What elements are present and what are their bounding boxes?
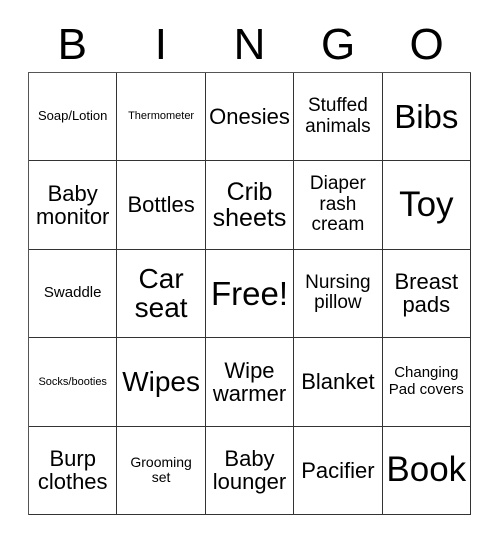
bingo-cell-free-space[interactable]: Free!	[205, 249, 295, 339]
bingo-cell-b5[interactable]: Burp clothes	[29, 426, 118, 515]
bingo-cell-label: Burp clothes	[37, 445, 108, 495]
bingo-cell-n4[interactable]: Wipe warmer	[205, 338, 295, 427]
bingo-cell-label: Car seat	[134, 263, 188, 324]
bingo-cell-label: Book	[386, 450, 467, 490]
bingo-cell-label: Onesies	[209, 104, 290, 130]
bingo-cell-g4[interactable]: Blanket	[294, 338, 383, 427]
bingo-cell-i2[interactable]: Bottles	[117, 161, 206, 250]
bingo-cell-b2[interactable]: Baby monitor	[29, 161, 118, 250]
bingo-cell-g5[interactable]: Pacifier	[294, 426, 383, 515]
bingo-cell-label: Bottles	[127, 192, 195, 218]
bingo-cell-label: Wipes	[122, 366, 200, 398]
bingo-card: B I N G O Soap/Lotion Thermometer Onesie…	[0, 0, 500, 544]
bingo-cell-n1[interactable]: Onesies	[205, 73, 295, 162]
bingo-cell-label: Stuffed animals	[305, 95, 371, 137]
header-letter-n: N	[233, 20, 266, 69]
bingo-cell-o1[interactable]: Bibs	[382, 73, 471, 162]
bingo-cell-label: Swaddle	[43, 284, 102, 302]
bingo-cell-label: Baby lounger	[212, 445, 287, 495]
bingo-cell-i3[interactable]: Car seat	[117, 249, 206, 339]
bingo-cell-o4[interactable]: Changing Pad covers	[382, 338, 471, 427]
bingo-cell-g2[interactable]: Diaper rash cream	[294, 161, 383, 250]
bingo-cell-b3[interactable]: Swaddle	[29, 249, 118, 339]
bingo-cell-label: Soap/Lotion	[37, 108, 108, 124]
bingo-cell-label: Wipe warmer	[212, 357, 287, 406]
bingo-cell-g1[interactable]: Stuffed animals	[294, 73, 383, 162]
bingo-cell-label: Free!	[210, 274, 288, 312]
bingo-cell-label: Grooming set	[130, 453, 192, 486]
bingo-cell-label: Blanket	[301, 369, 375, 395]
header-letter-o: O	[409, 20, 444, 69]
bingo-cell-label: Crib sheets	[212, 177, 287, 233]
bingo-cell-label: Changing Pad covers	[388, 364, 464, 398]
bingo-cell-label: Toy	[399, 185, 454, 225]
bingo-cell-label: Bibs	[394, 97, 459, 135]
bingo-cell-label: Baby monitor	[36, 180, 110, 230]
bingo-cell-b4[interactable]: Socks/booties	[29, 338, 118, 427]
bingo-cell-o3[interactable]: Breast pads	[382, 249, 471, 339]
bingo-cell-label: Socks/booties	[38, 375, 107, 388]
bingo-cell-n5[interactable]: Baby lounger	[205, 426, 295, 515]
bingo-cell-i4[interactable]: Wipes	[117, 338, 206, 427]
bingo-cell-n2[interactable]: Crib sheets	[205, 161, 295, 250]
bingo-cell-label: Pacifier	[301, 457, 375, 483]
bingo-cell-o5[interactable]: Book	[382, 426, 471, 515]
bingo-cell-o2[interactable]: Toy	[382, 161, 471, 250]
bingo-cell-label: Thermometer	[128, 110, 195, 123]
bingo-cell-label: Nursing pillow	[305, 271, 371, 314]
bingo-header: B I N G O	[28, 18, 471, 72]
bingo-cell-label: Diaper rash cream	[309, 173, 366, 236]
header-letter-g: G	[320, 20, 356, 69]
bingo-grid: Soap/Lotion Thermometer Onesies Stuffed …	[28, 72, 471, 515]
header-letter-i: I	[154, 20, 167, 69]
bingo-cell-i1[interactable]: Thermometer	[117, 73, 206, 162]
bingo-cell-label: Breast pads	[394, 269, 459, 318]
bingo-cell-i5[interactable]: Grooming set	[117, 426, 206, 515]
bingo-cell-b1[interactable]: Soap/Lotion	[29, 73, 118, 162]
bingo-cell-g3[interactable]: Nursing pillow	[294, 249, 383, 339]
header-letter-b: B	[57, 20, 87, 69]
